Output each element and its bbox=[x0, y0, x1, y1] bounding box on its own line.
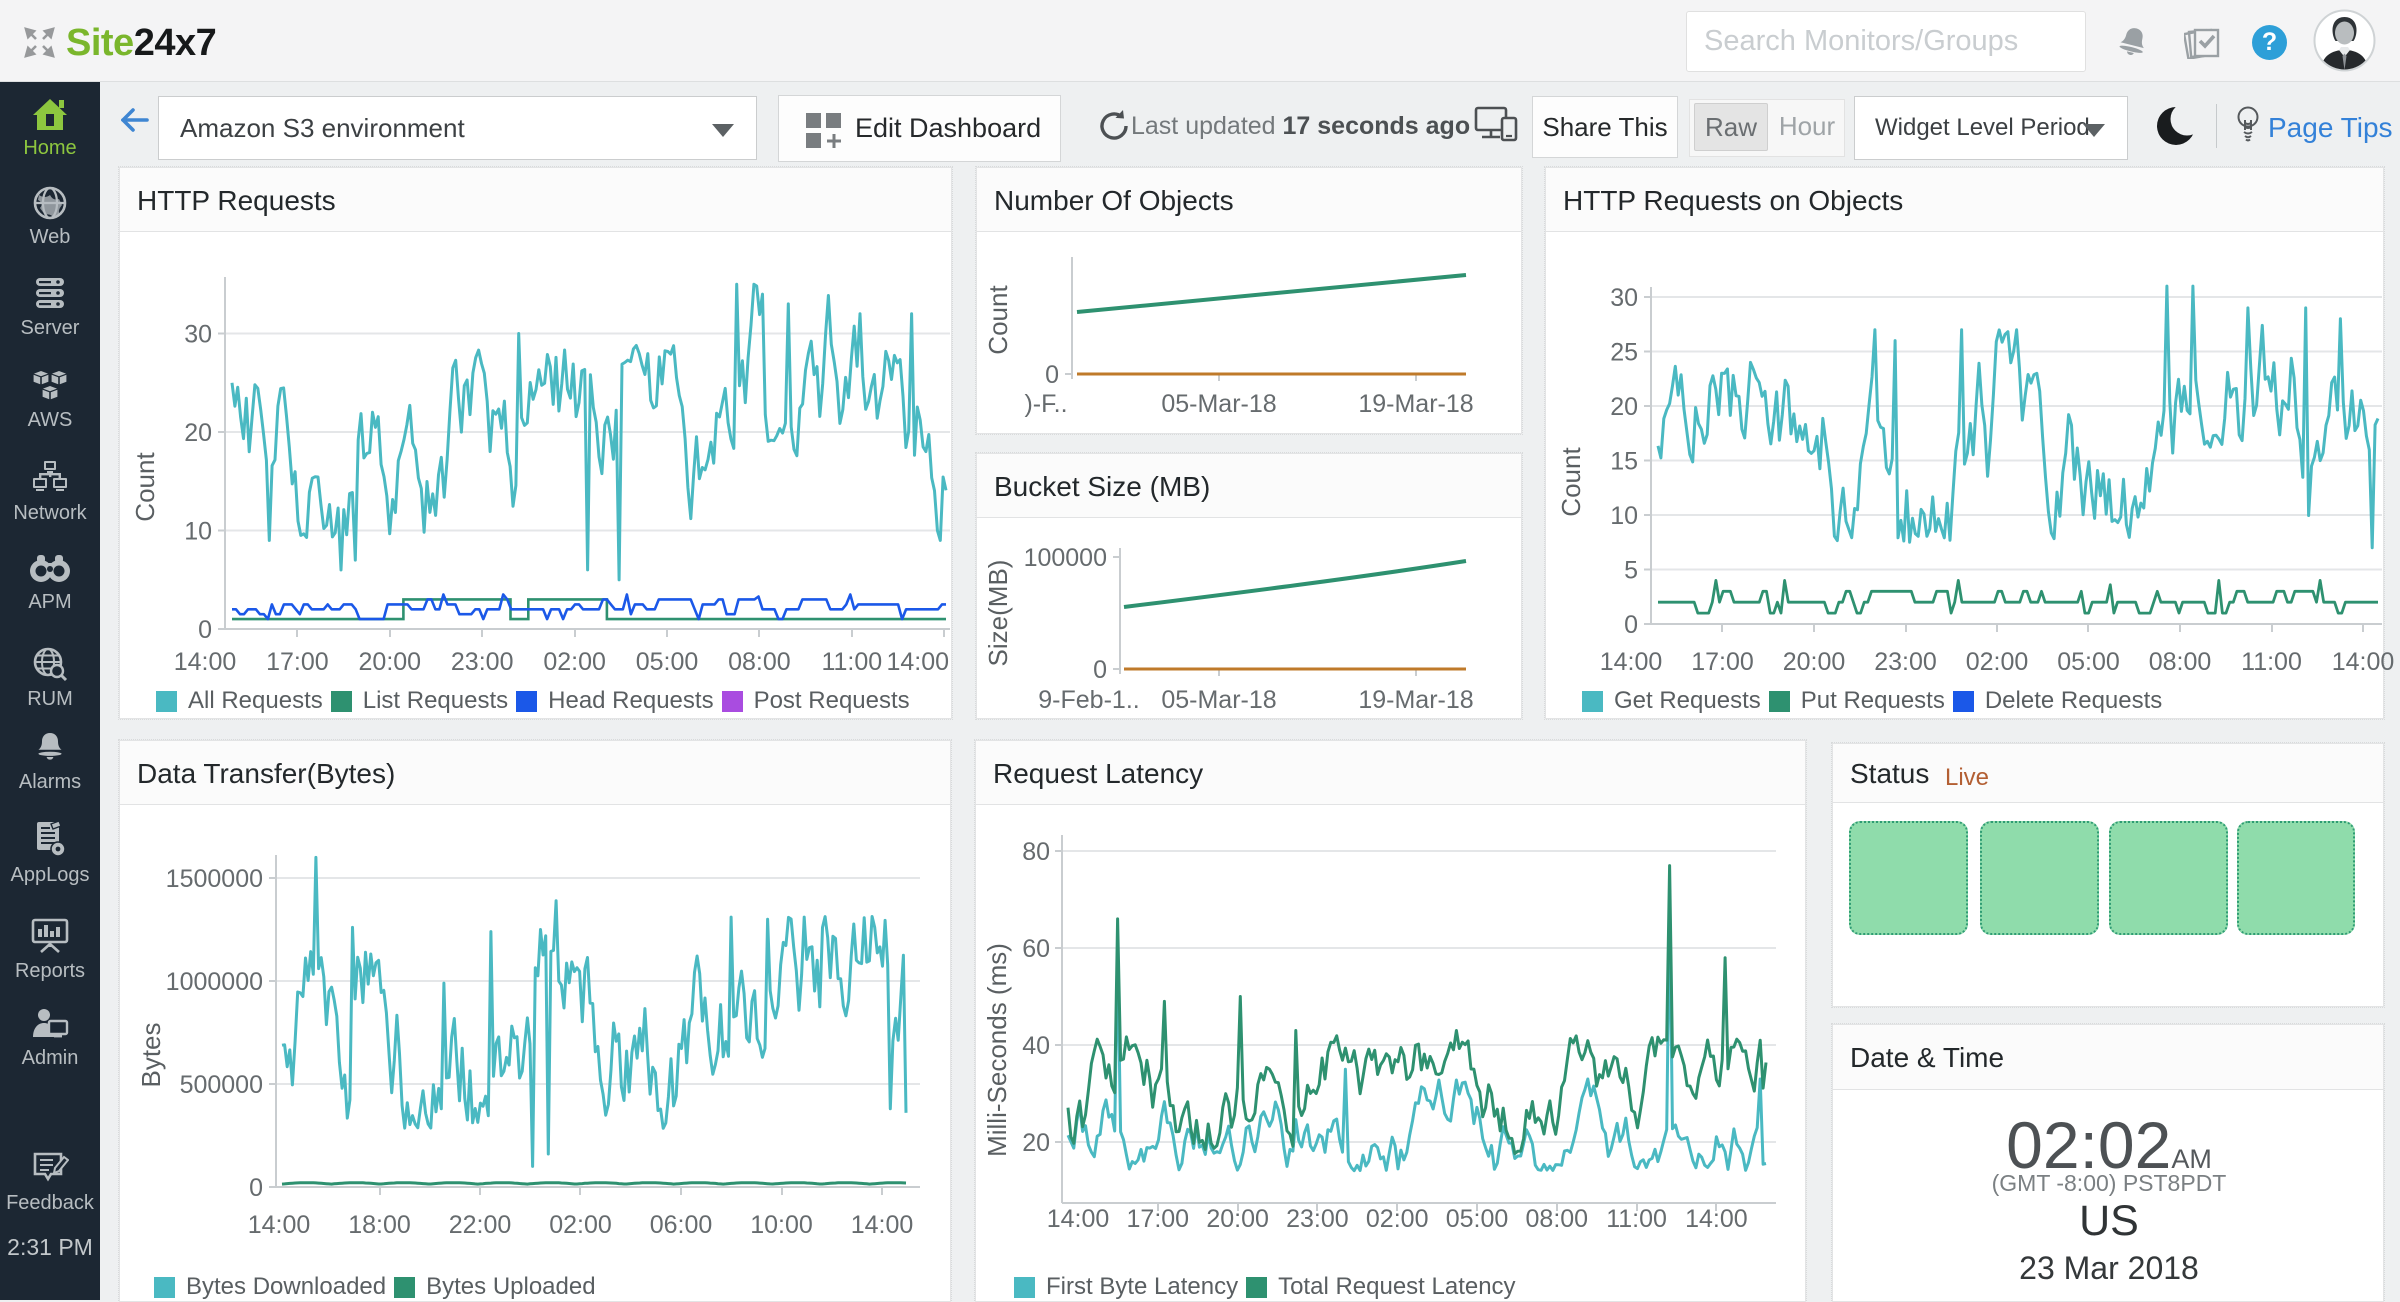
svg-text:20:00: 20:00 bbox=[1206, 1205, 1269, 1233]
svg-text:08:00: 08:00 bbox=[728, 648, 791, 676]
svg-text:14:00: 14:00 bbox=[1047, 1205, 1110, 1233]
svg-text:9-Feb-1..: 9-Feb-1.. bbox=[1038, 686, 1139, 714]
svg-text:0: 0 bbox=[198, 616, 212, 644]
svg-text:0: 0 bbox=[1624, 611, 1638, 639]
svg-text:80: 80 bbox=[1022, 838, 1050, 866]
svg-text:14:00: 14:00 bbox=[248, 1211, 311, 1239]
svg-text:05:00: 05:00 bbox=[636, 648, 699, 676]
svg-text:05:00: 05:00 bbox=[2057, 648, 2120, 676]
svg-text:Bytes: Bytes bbox=[136, 1022, 166, 1087]
svg-text:23:00: 23:00 bbox=[451, 648, 514, 676]
svg-text:23:00: 23:00 bbox=[1874, 648, 1937, 676]
svg-text:0: 0 bbox=[249, 1174, 263, 1202]
svg-text:11:00: 11:00 bbox=[821, 648, 882, 676]
svg-text:17:00: 17:00 bbox=[1691, 648, 1754, 676]
svg-text:0: 0 bbox=[1045, 361, 1059, 389]
svg-text:10:00: 10:00 bbox=[750, 1211, 813, 1239]
svg-text:40: 40 bbox=[1022, 1032, 1050, 1060]
svg-text:14:00: 14:00 bbox=[174, 648, 237, 676]
svg-text:100000: 100000 bbox=[1024, 544, 1107, 572]
svg-text:15: 15 bbox=[1610, 448, 1638, 476]
svg-text:30: 30 bbox=[184, 321, 212, 349]
svg-text:19-Mar-18: 19-Mar-18 bbox=[1358, 390, 1473, 418]
svg-text:02:00: 02:00 bbox=[543, 648, 606, 676]
svg-text:25: 25 bbox=[1610, 339, 1638, 367]
svg-text:5: 5 bbox=[1624, 557, 1638, 585]
svg-text:02:00: 02:00 bbox=[549, 1211, 612, 1239]
svg-text:Size(MB): Size(MB) bbox=[983, 560, 1013, 667]
svg-text:08:00: 08:00 bbox=[1526, 1205, 1589, 1233]
svg-text:20: 20 bbox=[184, 419, 212, 447]
svg-text:10: 10 bbox=[184, 518, 212, 546]
svg-text:0: 0 bbox=[1093, 656, 1107, 684]
svg-text:22:00: 22:00 bbox=[449, 1211, 512, 1239]
svg-text:14:00: 14:00 bbox=[1600, 648, 1663, 676]
svg-text:02:00: 02:00 bbox=[1966, 648, 2029, 676]
svg-text:10: 10 bbox=[1610, 502, 1638, 530]
svg-text:60: 60 bbox=[1022, 935, 1050, 963]
svg-text:05-Mar-18: 05-Mar-18 bbox=[1161, 686, 1276, 714]
svg-text:17:00: 17:00 bbox=[266, 648, 329, 676]
svg-text:05-Mar-18: 05-Mar-18 bbox=[1161, 390, 1276, 418]
svg-text:Count: Count bbox=[983, 285, 1013, 355]
svg-text:20:00: 20:00 bbox=[359, 648, 422, 676]
svg-text:20:00: 20:00 bbox=[1783, 648, 1846, 676]
svg-text:18:00: 18:00 bbox=[348, 1211, 411, 1239]
svg-text:20: 20 bbox=[1022, 1129, 1050, 1157]
svg-text:)-F..: )-F.. bbox=[1024, 390, 1067, 418]
svg-text:06:00: 06:00 bbox=[650, 1211, 713, 1239]
svg-text:05:00: 05:00 bbox=[1446, 1205, 1509, 1233]
svg-text:1500000: 1500000 bbox=[166, 865, 263, 893]
svg-text:1000000: 1000000 bbox=[166, 968, 263, 996]
svg-text:11:00: 11:00 bbox=[2241, 648, 2302, 676]
svg-text:14:00: 14:00 bbox=[851, 1211, 914, 1239]
svg-text:Count: Count bbox=[130, 452, 160, 522]
svg-text:19-Mar-18: 19-Mar-18 bbox=[1358, 686, 1473, 714]
svg-text:23:00: 23:00 bbox=[1286, 1205, 1349, 1233]
svg-text:500000: 500000 bbox=[180, 1071, 263, 1099]
svg-text:14:00: 14:00 bbox=[1685, 1205, 1748, 1233]
svg-text:Count: Count bbox=[1556, 447, 1586, 517]
svg-text:02:00: 02:00 bbox=[1366, 1205, 1429, 1233]
svg-text:11:00: 11:00 bbox=[1606, 1205, 1667, 1233]
svg-text:14:00: 14:00 bbox=[2332, 648, 2395, 676]
svg-text:08:00: 08:00 bbox=[2149, 648, 2212, 676]
svg-text:14:00: 14:00 bbox=[886, 648, 949, 676]
svg-text:Milli-Seconds (ms): Milli-Seconds (ms) bbox=[982, 943, 1012, 1157]
svg-text:17:00: 17:00 bbox=[1127, 1205, 1190, 1233]
svg-text:30: 30 bbox=[1610, 284, 1638, 312]
svg-text:20: 20 bbox=[1610, 393, 1638, 421]
